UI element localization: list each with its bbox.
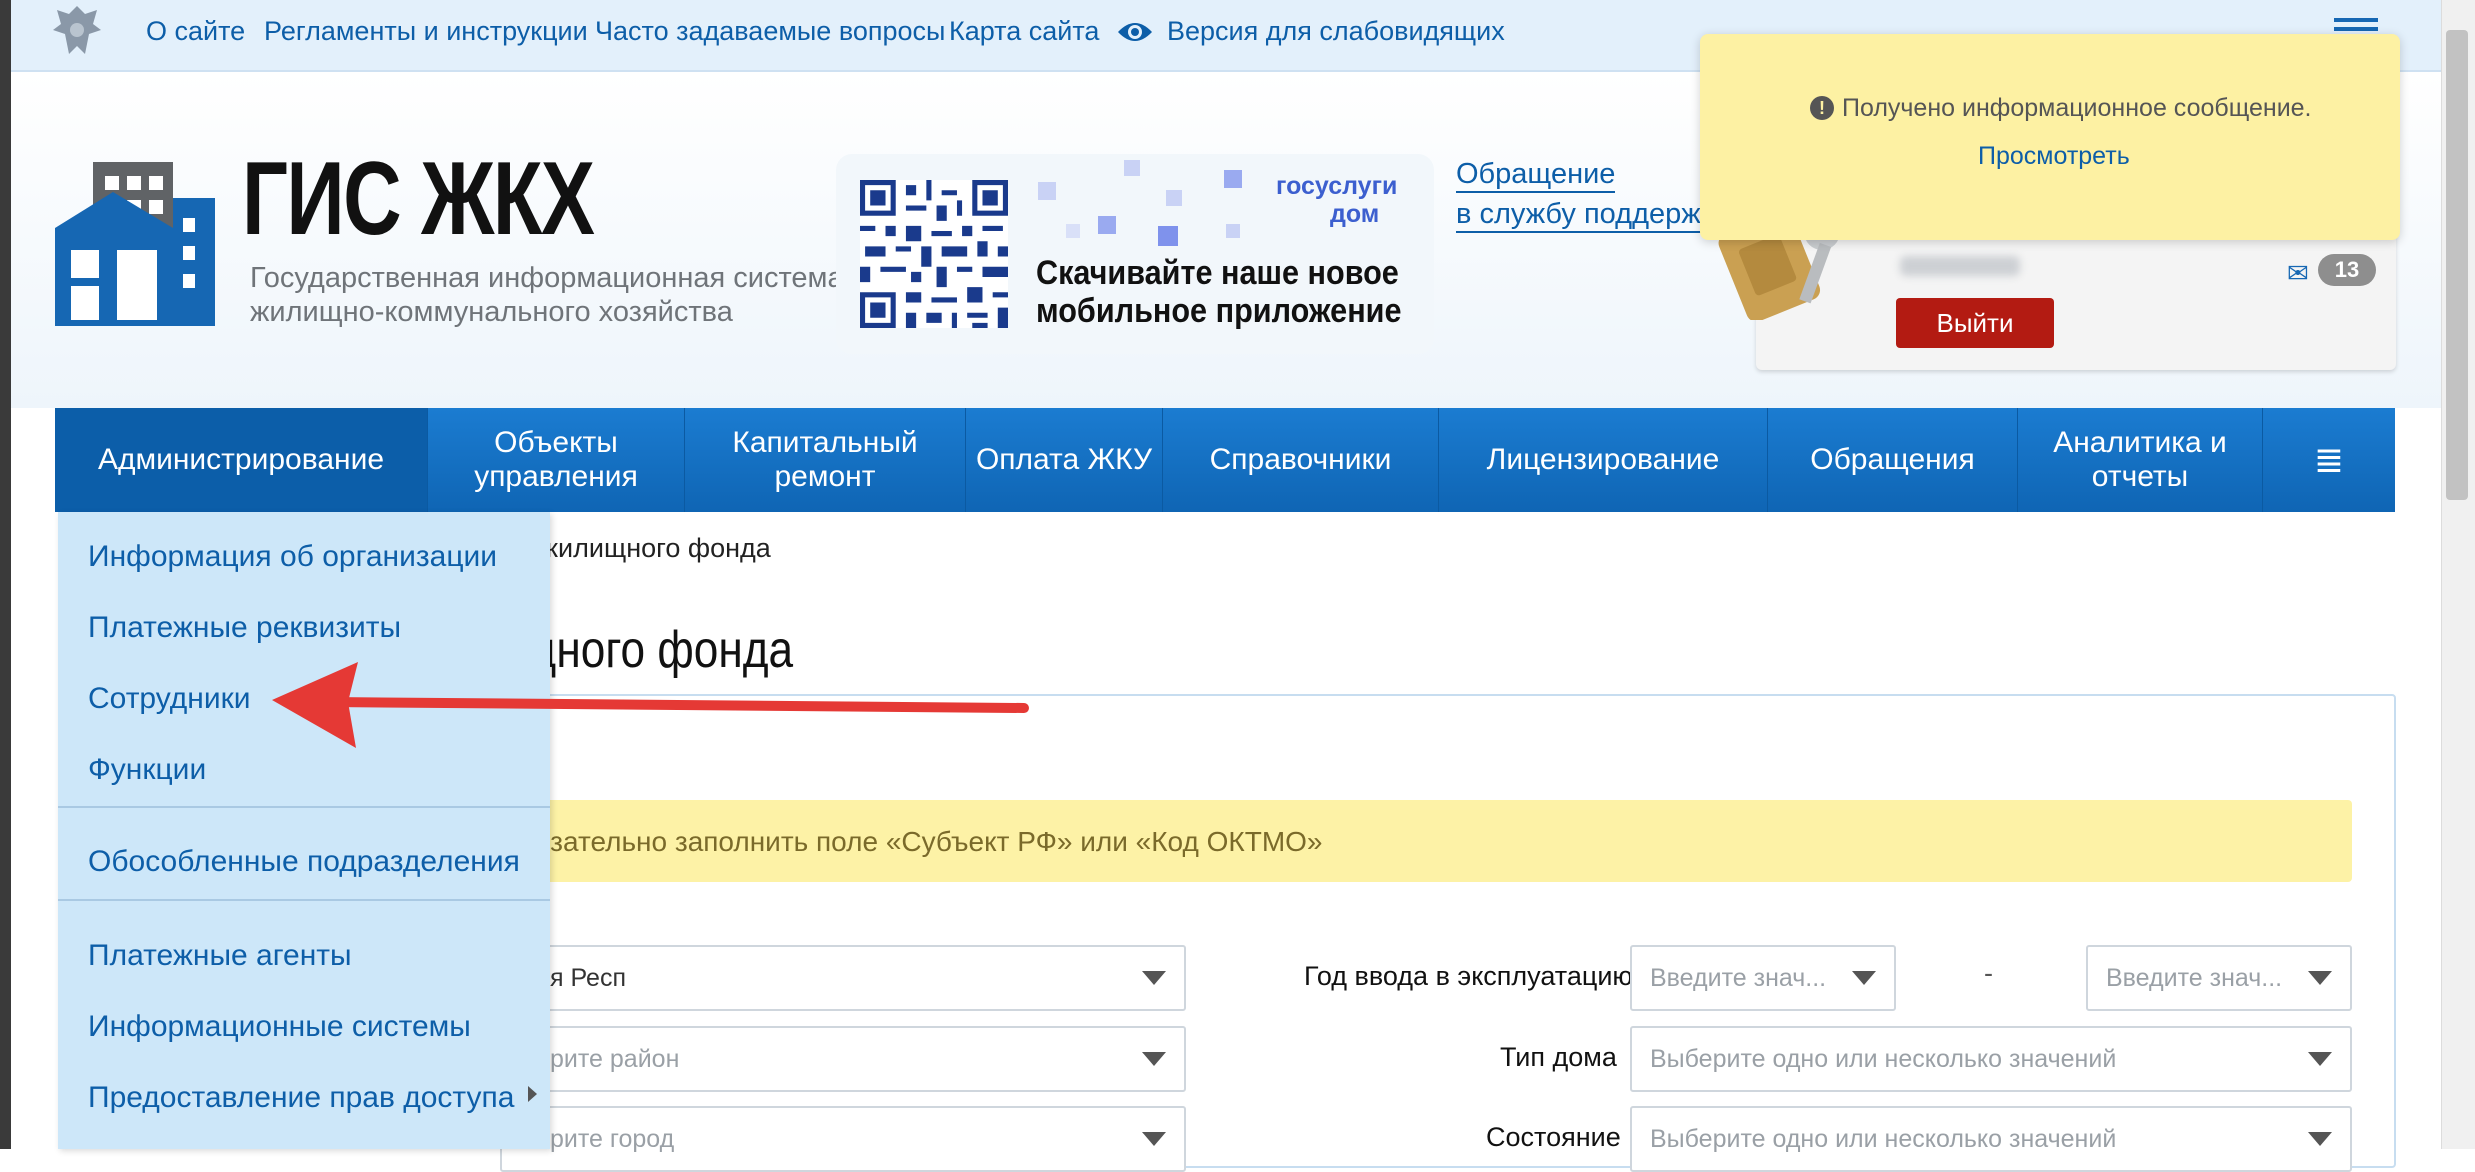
- promo-text-line2: мобильное приложение: [1036, 292, 1402, 330]
- administration-dropdown: [58, 512, 550, 1149]
- decorative-squares-icon: [1038, 160, 1242, 246]
- house-type-placeholder: Выберите одно или несколько значений: [1650, 1045, 2117, 1073]
- dropdown-divider: [58, 899, 550, 901]
- region-select-value: я Респ: [550, 964, 627, 992]
- nav-label-licensing: Лицензирование: [1486, 443, 1720, 476]
- nav-item-analytics[interactable]: Аналитика и отчеты: [2018, 408, 2263, 512]
- eye-icon: [1118, 23, 1152, 41]
- nav-label-management-objects: Объекты управления: [474, 426, 638, 493]
- chevron-down-icon: [2308, 971, 2332, 985]
- dropdown-item-information-systems[interactable]: Информационные системы: [88, 1010, 471, 1044]
- state-select[interactable]: Выберите одно или несколько значений: [1630, 1106, 2352, 1172]
- promo-text-line1: Скачивайте наше новое: [1036, 254, 1399, 292]
- dropdown-item-employees[interactable]: Сотрудники: [88, 682, 251, 716]
- nav-item-capital-repair[interactable]: Капитальный ремонт: [685, 408, 966, 512]
- year-range-dash: -: [1984, 958, 1993, 988]
- exclamation-icon: !: [1810, 96, 1834, 120]
- year-to-placeholder: Введите знач...: [2106, 964, 2283, 992]
- house-type-select[interactable]: Выберите одно или несколько значений: [1630, 1026, 2352, 1092]
- nav-label-housing-payment: Оплата ЖКУ: [975, 443, 1153, 476]
- window-left-border: [0, 0, 11, 1149]
- search-form: [520, 694, 2396, 1168]
- dropdown-item-organization-info[interactable]: Информация об организации: [88, 540, 497, 574]
- qr-code-icon: [860, 180, 1008, 328]
- site-subtitle-line1: Государственная информационная система: [250, 262, 844, 294]
- breadcrumb: жилищного фонда: [540, 533, 771, 563]
- dropdown-item-functions[interactable]: Функции: [88, 753, 206, 787]
- topbar-link-faq[interactable]: Часто задаваемые вопросы: [595, 16, 945, 47]
- nav-item-administration[interactable]: Администрирование: [55, 408, 428, 512]
- dropdown-item-separate-divisions[interactable]: Обособленные подразделения: [88, 845, 520, 879]
- dropdown-divider: [58, 806, 550, 808]
- chevron-down-icon: [2308, 1052, 2332, 1066]
- nav-item-management-objects[interactable]: Объекты управления: [428, 408, 685, 512]
- nav-label-analytics: Аналитика и отчеты: [2053, 426, 2227, 493]
- site-subtitle-line2: жилищно-коммунального хозяйства: [250, 296, 733, 328]
- nav-item-licensing[interactable]: Лицензирование: [1439, 408, 1768, 512]
- scrollbar-thumb[interactable]: [2446, 30, 2468, 500]
- site-title: ГИС ЖКХ: [242, 141, 595, 257]
- toast-message: Получено информационное сообщение.: [1842, 94, 2312, 122]
- topbar-link-regulations[interactable]: Регламенты и инструкции: [264, 16, 588, 47]
- nav-label-administration: Администрирование: [97, 443, 385, 476]
- dropdown-item-access-rights[interactable]: Предоставление прав доступа: [88, 1081, 514, 1115]
- gis-zhkh-logo-icon: [55, 162, 215, 326]
- chevron-down-icon: [1142, 1132, 1166, 1146]
- topbar-link-about[interactable]: О сайте: [146, 16, 245, 47]
- page-title: щного фонда: [520, 621, 794, 679]
- chevron-down-icon: [1852, 971, 1876, 985]
- nav-menu-icon: ≣: [2313, 439, 2345, 480]
- nav-label-capital-repair: Капитальный ремонт: [732, 426, 918, 493]
- year-from-select[interactable]: Введите знач...: [1630, 945, 1896, 1011]
- support-link-line1[interactable]: Обращение: [1456, 158, 1616, 193]
- year-from-placeholder: Введите знач...: [1650, 964, 1827, 992]
- city-select[interactable]: рите город: [500, 1106, 1186, 1172]
- district-select-placeholder: рите район: [550, 1045, 680, 1073]
- chevron-down-icon: [1142, 1052, 1166, 1066]
- mail-icon[interactable]: ✉: [2287, 258, 2309, 289]
- logout-button[interactable]: Выйти: [1896, 298, 2054, 348]
- topbar-link-sitemap[interactable]: Карта сайта: [949, 16, 1099, 47]
- nav-item-housing-payment[interactable]: Оплата ЖКУ: [966, 408, 1163, 512]
- state-label: Состояние: [1486, 1122, 1621, 1152]
- nav-item-appeals[interactable]: Обращения: [1768, 408, 2018, 512]
- nav-item-directories[interactable]: Справочники: [1163, 408, 1439, 512]
- support-link-line2[interactable]: в службу поддержки: [1456, 198, 1730, 233]
- redacted-user-name: [1900, 256, 2020, 276]
- region-select[interactable]: я Респ: [500, 945, 1186, 1011]
- house-type-label: Тип дома: [1500, 1042, 1617, 1072]
- promo-brand-line1: госуслуги: [1276, 172, 1398, 200]
- chevron-down-icon: [2308, 1132, 2332, 1146]
- toast-view-link[interactable]: Просмотреть: [1978, 142, 2130, 171]
- nav-more[interactable]: ≣: [2263, 408, 2395, 512]
- chevron-right-icon: [528, 1086, 537, 1102]
- chevron-down-icon: [1142, 971, 1166, 985]
- district-select[interactable]: рите район: [500, 1026, 1186, 1092]
- mail-count-badge[interactable]: 13: [2318, 254, 2376, 286]
- topbar-link-accessibility[interactable]: Версия для слабовидящих: [1167, 16, 1505, 47]
- city-select-placeholder: рите город: [550, 1125, 675, 1153]
- state-placeholder: Выберите одно или несколько значений: [1650, 1125, 2117, 1153]
- warning-text: язательно заполнить поле «Субъект РФ» ил…: [535, 826, 1323, 857]
- year-to-select[interactable]: Введите знач...: [2086, 945, 2352, 1011]
- nav-label-directories: Справочники: [1209, 443, 1392, 476]
- nav-label-appeals: Обращения: [1810, 443, 1975, 476]
- dropdown-item-payment-details[interactable]: Платежные реквизиты: [88, 611, 401, 645]
- toast-message-row: ! Получено информационное сообщение.: [1810, 94, 2312, 123]
- dropdown-item-payment-agents[interactable]: Платежные агенты: [88, 939, 352, 973]
- year-label: Год ввода в эксплуатацию: [1304, 961, 1633, 991]
- promo-brand-line2: дом: [1330, 200, 1380, 228]
- coat-of-arms-icon: [53, 6, 101, 54]
- info-toast: [1700, 34, 2400, 240]
